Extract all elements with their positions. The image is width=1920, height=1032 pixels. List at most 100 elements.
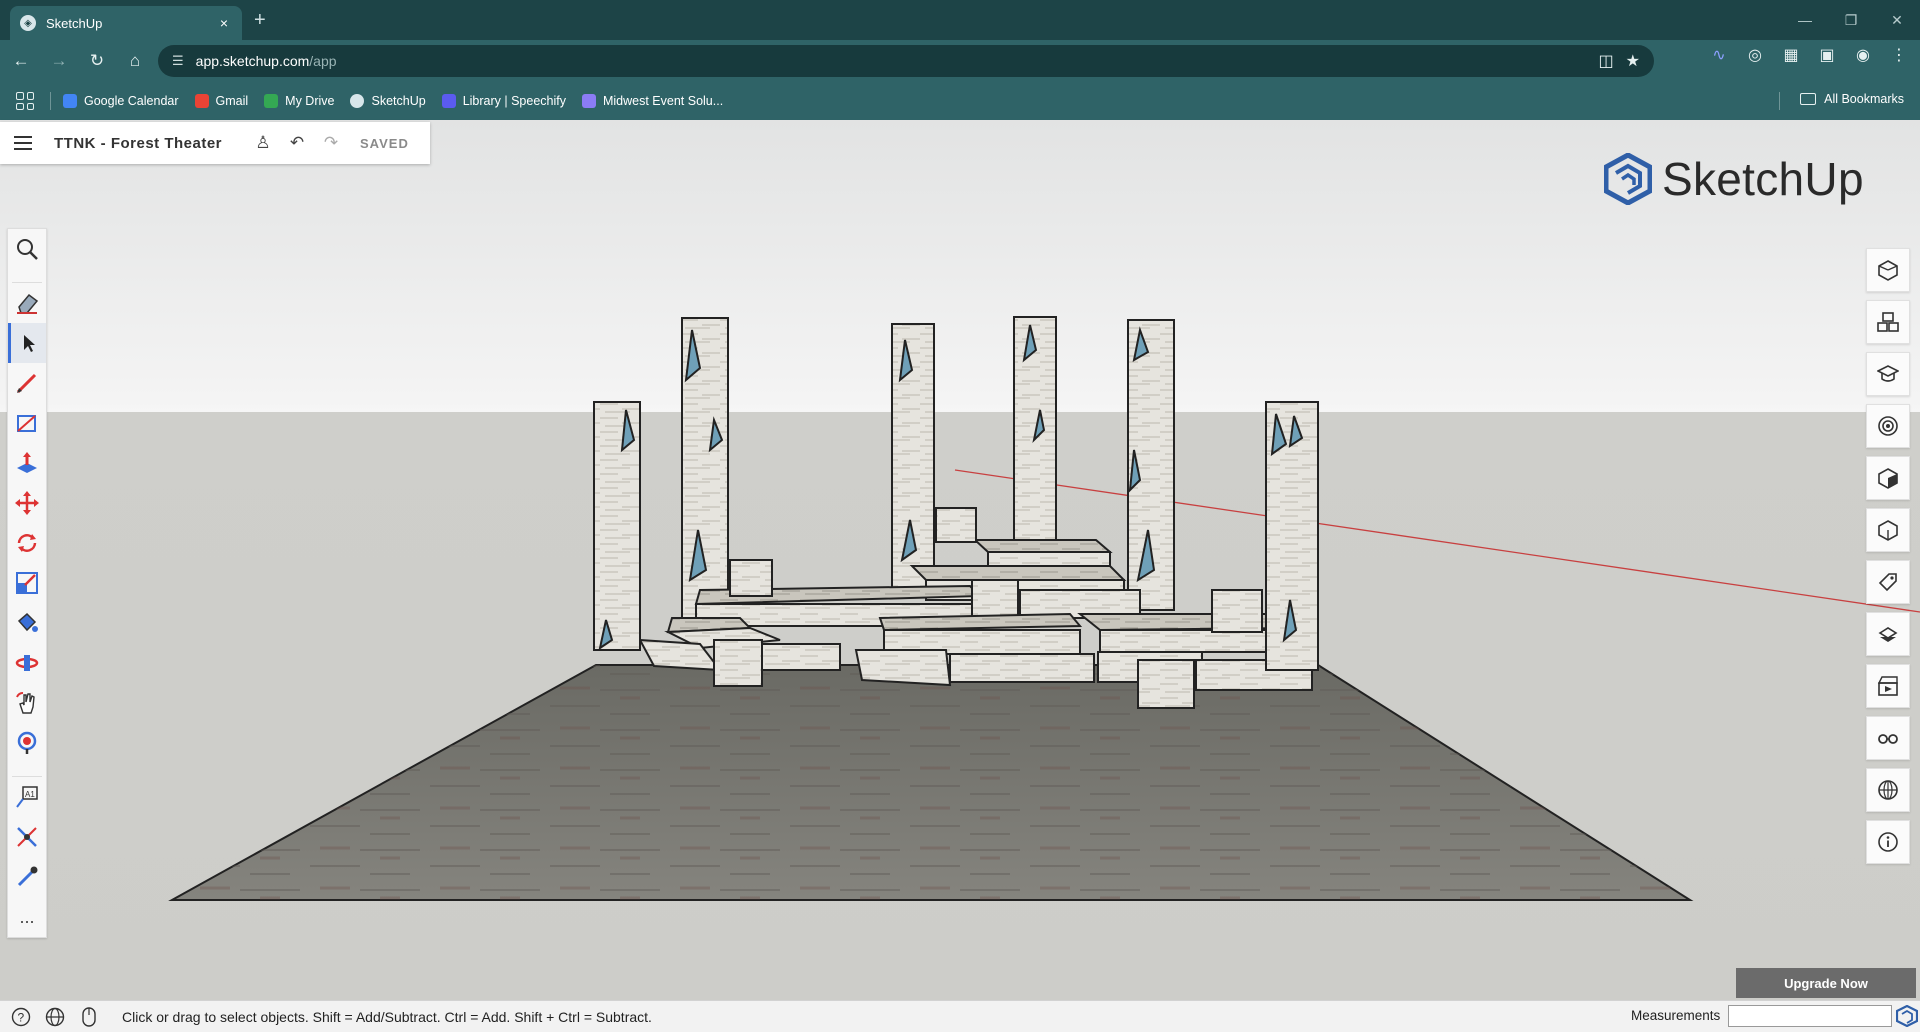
measurements-label: Measurements [1631, 1008, 1721, 1023]
speechify-icon [441, 94, 456, 108]
share-user-icon[interactable]: ♙ [246, 133, 280, 153]
bookmark-google-calendar[interactable]: Google Calendar [63, 94, 179, 108]
browser-tab-bar: ◈ SketchUp × + — ❐ ✕ [0, 0, 1920, 40]
status-bar: ? Click or drag to select objects. Shift… [0, 1000, 1920, 1032]
scenes-icon[interactable] [1866, 612, 1910, 656]
restore-icon[interactable]: ❐ [1828, 0, 1874, 40]
toolbar-divider [12, 763, 42, 777]
push-pull-icon[interactable] [8, 443, 46, 483]
entity-info-icon[interactable] [1866, 248, 1910, 292]
pencil-icon[interactable] [8, 363, 46, 403]
profile-avatar[interactable]: ◉ [1852, 44, 1874, 66]
url-host: app.sketchup.com [195, 53, 310, 69]
shadows-icon[interactable] [1866, 768, 1910, 812]
apps-grid-icon[interactable] [16, 92, 34, 110]
instructor-icon[interactable] [1866, 352, 1910, 396]
tab-close-icon[interactable]: × [216, 15, 232, 31]
bookmark-midwest-event[interactable]: Midwest Event Solu... [581, 94, 723, 108]
select-icon[interactable] [8, 323, 46, 363]
svg-text:?: ? [18, 1010, 25, 1024]
eraser-icon[interactable] [8, 283, 46, 323]
eyedropper-icon[interactable] [8, 857, 46, 897]
display-icon[interactable] [1866, 716, 1910, 760]
url-path: /app [309, 53, 337, 69]
materials-icon[interactable] [1866, 404, 1910, 448]
reload-icon[interactable]: ↻ [80, 44, 114, 78]
more-icon[interactable]: ... [8, 897, 46, 937]
main-menu-icon[interactable] [14, 136, 32, 150]
drive-icon [264, 94, 279, 108]
folder-icon [1800, 93, 1817, 105]
sketchup-logo-icon [1604, 153, 1652, 205]
sketchup-bookmark-icon [350, 94, 365, 108]
logo-text: SketchUp [1662, 153, 1864, 205]
close-window-icon[interactable]: ✕ [1874, 0, 1920, 40]
column-right-short [1265, 401, 1319, 671]
3d-viewport[interactable] [0, 120, 1920, 1000]
rotate-icon[interactable] [8, 523, 46, 563]
paint-bucket-icon[interactable] [8, 603, 46, 643]
speechify-extension-icon[interactable]: ∿ [1708, 44, 1730, 66]
redo-icon[interactable]: ↷ [314, 133, 348, 153]
pan-icon[interactable] [8, 683, 46, 723]
measure-icon[interactable] [8, 817, 46, 857]
browser-menu-icon[interactable]: ⋮ [1888, 44, 1910, 66]
sketchup-logo: SketchUp [1604, 152, 1864, 206]
bookmark-star-icon[interactable]: ★ [1626, 51, 1640, 71]
address-bar[interactable]: ☰ app.sketchup.com/app ◫ ★ [158, 45, 1654, 77]
mouse-icon[interactable] [76, 1004, 102, 1030]
bookmark-gmail[interactable]: Gmail [194, 94, 248, 108]
svg-text:A1: A1 [25, 790, 35, 799]
home-icon[interactable]: ⌂ [118, 44, 152, 78]
model-scene[interactable] [0, 120, 1920, 1000]
forward-icon[interactable]: → [42, 44, 76, 78]
sketchup-favicon-icon: ◈ [20, 15, 36, 31]
new-tab-button[interactable]: + [254, 9, 266, 32]
tab-title: SketchUp [46, 15, 103, 31]
scale-icon[interactable] [8, 563, 46, 603]
left-toolbar: A1 ... [7, 228, 47, 938]
tags-icon[interactable] [1866, 560, 1910, 604]
rectangle-icon[interactable] [8, 403, 46, 443]
column-left-tall [681, 317, 729, 631]
column-back-right [1127, 319, 1175, 611]
layers-icon[interactable] [1866, 508, 1910, 552]
status-message: Click or drag to select objects. Shift =… [122, 1008, 652, 1025]
move-icon[interactable] [8, 483, 46, 523]
animation-icon[interactable] [1866, 664, 1910, 708]
document-title[interactable]: TTNK - Forest Theater [54, 135, 222, 152]
search-icon[interactable] [8, 229, 46, 269]
extensions-puzzle-icon[interactable]: ▦ [1780, 44, 1802, 66]
measurements-input[interactable] [1728, 1005, 1892, 1027]
bookmark-sketchup[interactable]: SketchUp [350, 94, 426, 108]
browser-toolbar: ← → ↻ ⌂ ☰ app.sketchup.com/app ◫ ★ [0, 40, 1920, 82]
info-icon[interactable] [1866, 820, 1910, 864]
bookmark-my-drive[interactable]: My Drive [264, 94, 334, 108]
site-info-icon[interactable]: ☰ [172, 53, 184, 69]
orbit-icon[interactable] [8, 643, 46, 683]
language-globe-icon[interactable] [42, 1004, 68, 1030]
bookmark-speechify[interactable]: Library | Speechify [441, 94, 566, 108]
upgrade-now-button[interactable]: Upgrade Now [1736, 968, 1916, 998]
extension-icons: ∿ ◎ ▦ ▣ ◉ ⋮ [1708, 44, 1910, 66]
undo-icon[interactable]: ↶ [280, 133, 314, 153]
window-controls: — ❐ ✕ [1782, 0, 1920, 40]
styles-icon[interactable] [1866, 456, 1910, 500]
browser-tab[interactable]: ◈ SketchUp × [10, 6, 242, 40]
zoom-extents-icon[interactable] [8, 723, 46, 763]
extension-icon[interactable]: ◎ [1744, 44, 1766, 66]
sketchup-small-logo-icon [1896, 1005, 1918, 1027]
column-left-short [593, 401, 641, 651]
components-icon[interactable] [1866, 300, 1910, 344]
help-icon[interactable]: ? [8, 1004, 34, 1030]
bookmarks-separator [50, 92, 51, 110]
side-panel-icon[interactable]: ▣ [1816, 44, 1838, 66]
all-bookmarks-button[interactable]: All Bookmarks [1800, 92, 1904, 106]
list-icon [581, 94, 596, 108]
back-icon[interactable]: ← [4, 44, 38, 78]
install-app-icon[interactable]: ◫ [1599, 51, 1614, 71]
minimize-icon[interactable]: — [1782, 0, 1828, 40]
saved-status: SAVED [360, 135, 409, 151]
text-tag-icon[interactable]: A1 [8, 777, 46, 817]
center-steps [854, 612, 1095, 687]
